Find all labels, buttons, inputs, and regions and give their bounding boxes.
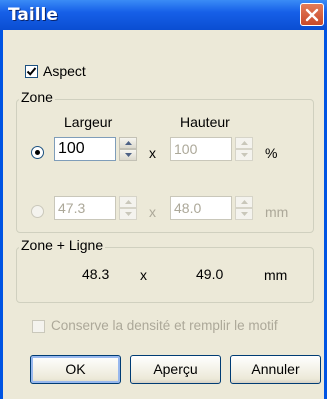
times-separator: x [149,204,156,220]
width-percent-input[interactable]: 100 [54,137,116,161]
conserve-checkbox[interactable] [32,320,45,333]
arrow-down-icon [125,212,132,216]
aspect-checkbox[interactable] [25,65,38,78]
width-percent-spinner[interactable] [119,137,137,161]
width-mm-spinner[interactable] [119,196,137,220]
zone-group-title: Zone [19,89,55,105]
arrow-down-icon [125,153,132,157]
zone-ligne-separator: x [140,267,147,283]
aspect-label[interactable]: Aspect [43,63,86,79]
zone-ligne-width: 48.3 [82,266,110,282]
arrow-down-icon [241,153,248,157]
percent-unit: % [265,145,278,161]
spin-up-button[interactable] [235,196,253,208]
conserve-label[interactable]: Conserve la densité et remplir le motif [51,318,278,333]
ok-button[interactable]: OK [30,355,121,384]
spin-up-button[interactable] [119,196,137,208]
close-button[interactable] [300,3,324,26]
times-separator: x [149,145,156,161]
arrow-down-icon [241,212,248,216]
zone-ligne-group-title: Zone + Ligne [19,237,106,253]
title-bar[interactable]: Taille [0,0,327,30]
width-column-label: Largeur [64,114,113,130]
height-mm-spinner[interactable] [235,196,253,220]
spin-down-button[interactable] [235,208,253,220]
arrow-up-icon [241,141,248,145]
height-percent-spinner[interactable] [235,137,253,161]
close-icon [305,8,319,22]
spin-down-button[interactable] [119,149,137,161]
zone-ligne-height: 49.0 [196,266,224,282]
height-column-label: Hauteur [180,114,230,130]
window-title: Taille [8,5,58,25]
dialog-body: Aspect Zone Largeur Hauteur 100 x 100 % … [3,30,324,399]
width-mm-input[interactable]: 47.3 [54,196,116,220]
zone-ligne-unit: mm [264,267,288,283]
spin-up-button[interactable] [235,137,253,149]
cancel-button[interactable]: Annuler [230,355,321,384]
arrow-up-icon [125,200,132,204]
height-mm-input[interactable]: 48.0 [170,196,232,220]
percent-radio[interactable] [31,146,44,159]
mm-unit: mm [265,204,289,220]
mm-radio[interactable] [31,205,44,218]
height-percent-input[interactable]: 100 [170,137,232,161]
arrow-up-icon [125,141,132,145]
arrow-up-icon [241,200,248,204]
dialog-window: Taille Aspect Zone Largeur Hauteur 100 x… [0,0,327,399]
spin-down-button[interactable] [235,149,253,161]
checkmark-icon [26,67,37,76]
spin-down-button[interactable] [119,208,137,220]
radio-dot [35,150,40,155]
preview-button[interactable]: Aperçu [130,355,221,384]
spin-up-button[interactable] [119,137,137,149]
